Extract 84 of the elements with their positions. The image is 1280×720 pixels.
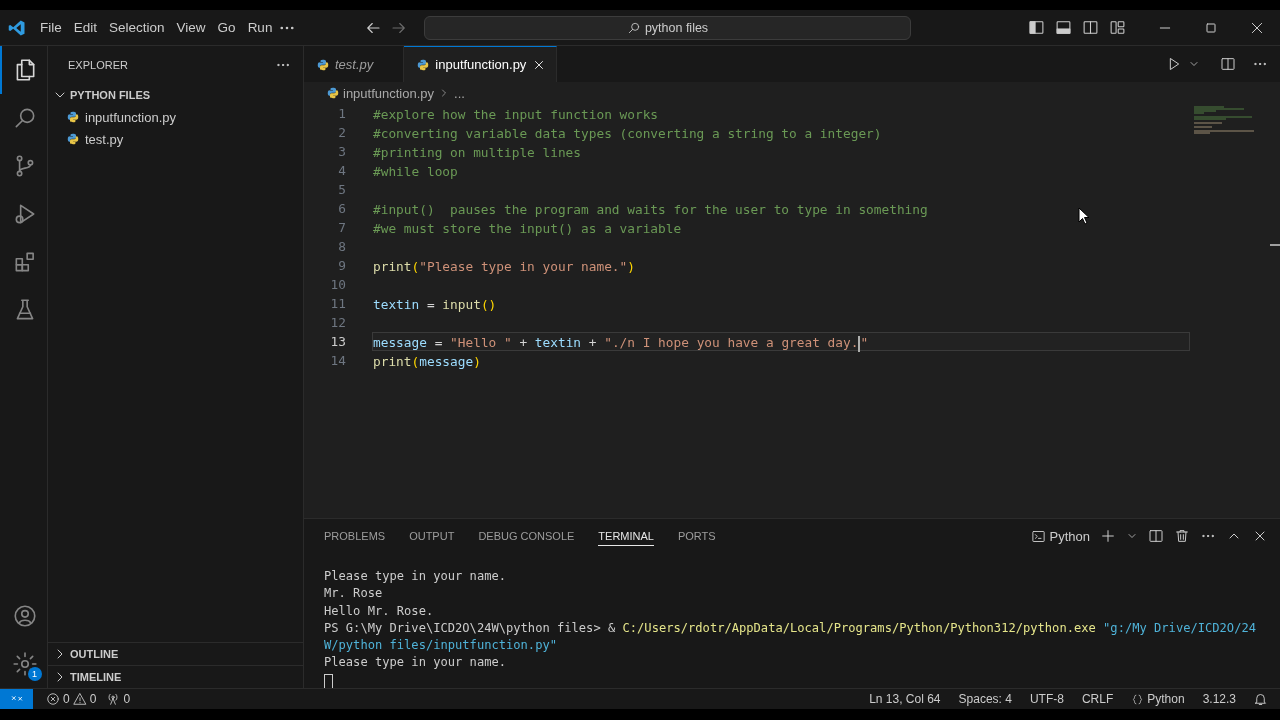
panel-toggle-icon[interactable] xyxy=(1055,19,1072,36)
terminal-line: W/python files/inputfunction.py" xyxy=(324,637,558,655)
language-status[interactable]: Python xyxy=(1122,692,1194,706)
bell-icon[interactable] xyxy=(1253,691,1268,707)
error-icon xyxy=(46,692,60,706)
code-line: #explore how the input function works xyxy=(372,106,660,123)
line-number: 9 xyxy=(337,258,346,273)
code-line: #input() pauses the program and waits for the user to type in something xyxy=(372,201,929,218)
minimap-drawing xyxy=(1194,106,1254,136)
code-line: textin = input() xyxy=(372,296,498,313)
terminal-line: Mr. Rose xyxy=(324,585,384,603)
account-icon[interactable] xyxy=(11,603,38,629)
editor-tab[interactable]: inputfunction.py xyxy=(404,46,558,82)
explorer-file[interactable]: test.py xyxy=(85,131,124,147)
line-number: 3 xyxy=(337,144,346,159)
trash-icon[interactable] xyxy=(1174,528,1190,544)
line-number: 13 xyxy=(329,334,346,349)
layout-grid-icon[interactable] xyxy=(1109,19,1126,36)
menu-item[interactable]: View xyxy=(170,17,212,38)
menu-item[interactable]: File xyxy=(34,17,68,38)
python-file-icon xyxy=(67,133,79,145)
line-number: 7 xyxy=(337,220,346,235)
line-number: 10 xyxy=(329,277,346,292)
line-number: 8 xyxy=(337,239,346,254)
scrollbar-marker xyxy=(1270,244,1280,246)
code-line: #converting variable data types (converting a string to a integer) xyxy=(372,125,883,142)
line-number: 6 xyxy=(337,201,346,216)
plus-icon[interactable] xyxy=(1100,528,1116,544)
python-file-icon xyxy=(67,111,79,123)
broadcast-icon xyxy=(106,692,121,706)
section-header[interactable]: OUTLINE xyxy=(48,642,303,665)
split-layout-icon[interactable] xyxy=(1082,19,1099,36)
line-number: 2 xyxy=(337,125,346,140)
terminal-icon xyxy=(1030,528,1046,544)
notification-badge: 1 xyxy=(27,667,42,681)
breadcrumb-item[interactable]: inputfunction.py xyxy=(343,85,435,101)
status-item[interactable]: Ln 13, Col 64 xyxy=(860,692,950,706)
python-file-icon xyxy=(417,58,430,71)
status-item[interactable]: Spaces: 4 xyxy=(949,692,1021,706)
folder-header[interactable]: PYTHON FILES xyxy=(48,84,303,106)
search-field[interactable]: python files xyxy=(424,15,911,40)
menu-item[interactable]: Selection xyxy=(103,17,171,38)
panel-tab[interactable]: DEBUG CONSOLE xyxy=(478,526,575,546)
line-number: 11 xyxy=(329,296,346,311)
code-line: #we must store the input() as a variable xyxy=(372,220,683,237)
sidebar-title: EXPLORER xyxy=(68,59,128,71)
line-number: 5 xyxy=(337,182,346,197)
line-number: 4 xyxy=(337,163,346,178)
menu-item[interactable]: Go xyxy=(211,17,242,38)
python-file-icon xyxy=(317,58,329,71)
panel-tab[interactable]: TERMINAL xyxy=(598,526,654,546)
menu-item[interactable]: Run xyxy=(241,17,279,38)
ports-status[interactable]: 0 xyxy=(101,692,136,706)
explorer-file[interactable]: inputfunction.py xyxy=(85,109,177,125)
panel-tab[interactable]: PORTS xyxy=(677,526,716,546)
mouse-pointer-icon xyxy=(1078,207,1090,225)
problems-status[interactable]: 0 0 xyxy=(41,692,102,706)
panel-tab[interactable]: OUTPUT xyxy=(409,526,455,546)
search-icon xyxy=(626,20,641,35)
terminal-line: Please type in your name. xyxy=(324,654,508,672)
status-item[interactable]: CRLF xyxy=(1072,692,1123,706)
sidebar-toggle-icon[interactable] xyxy=(1028,19,1045,36)
split-terminal-icon[interactable] xyxy=(1148,528,1164,544)
terminal-line: Please type in your name. xyxy=(324,568,508,585)
terminal-selector[interactable]: Python xyxy=(1030,528,1090,544)
code-line: print(message) xyxy=(372,353,482,370)
editor-logo-icon xyxy=(8,18,26,37)
python-file-icon xyxy=(327,87,339,99)
terminal-line: PS G:\My Drive\ICD2O\24W\python files> & C:/Users/rdotr/AppData/Local/Programs/Python/Python312/python.exe "g:/My Drive/ICD2O/24 xyxy=(324,619,1257,637)
line-number: 1 xyxy=(337,106,346,121)
line-number: 12 xyxy=(329,315,346,330)
menu-item[interactable]: Edit xyxy=(67,17,104,38)
code-line: #printing on multiple lines xyxy=(372,144,583,161)
code-line: #while loop xyxy=(372,163,459,180)
split-editor-icon[interactable] xyxy=(1220,56,1236,72)
status-item[interactable]: UTF-8 xyxy=(1020,692,1073,706)
warning-icon xyxy=(72,692,87,706)
braces-icon xyxy=(1131,692,1145,706)
status-item[interactable]: 3.12.3 xyxy=(1193,692,1245,706)
line-number: 14 xyxy=(329,353,346,368)
code-line: print("Please type in your name.") xyxy=(372,258,636,275)
terminal-line: Hello Mr. Rose. xyxy=(324,602,435,620)
panel-tab[interactable]: PROBLEMS xyxy=(324,526,386,546)
breadcrumb-item[interactable]: ... xyxy=(454,85,465,101)
